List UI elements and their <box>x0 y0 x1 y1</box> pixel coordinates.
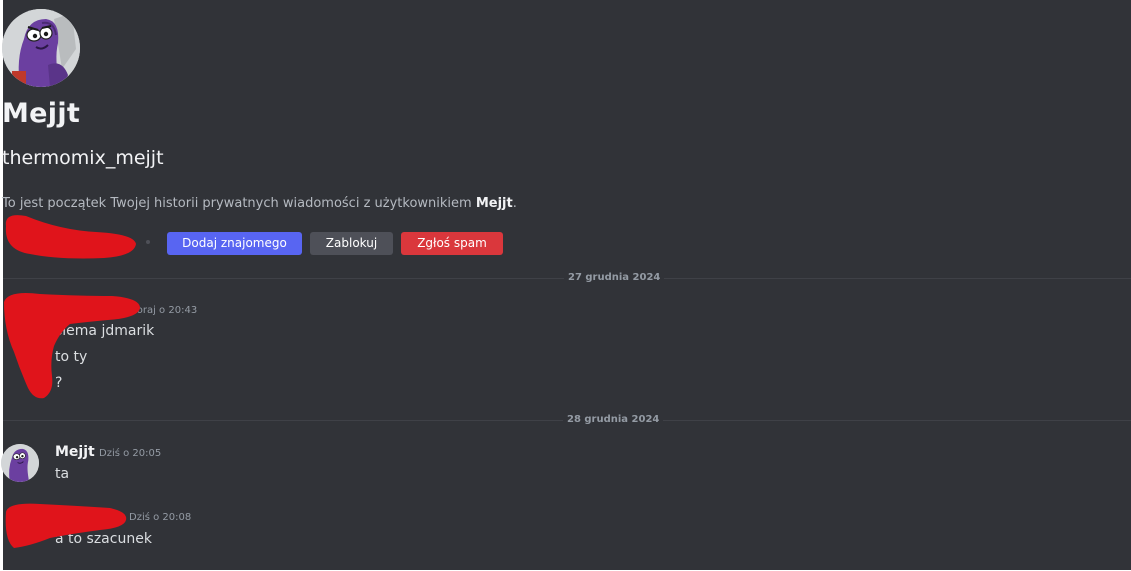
message-text: ta <box>55 466 70 482</box>
block-button[interactable]: Zablokuj <box>310 232 393 255</box>
window-edge <box>0 0 3 571</box>
dm-channel-view: Mejjt thermomix_mejjt To jest początek T… <box>0 0 1131 571</box>
intro-username: Mejjt <box>475 196 513 211</box>
message-timestamp: Dziś o 20:08 <box>129 512 192 523</box>
profile-display-name: Mejjt <box>2 98 81 129</box>
purple-creature-avatar-icon <box>2 9 80 87</box>
message-author[interactable]: Mejjt <box>55 444 95 460</box>
message-text: a to szacunek <box>55 531 152 547</box>
message-text: ? <box>55 375 63 391</box>
purple-creature-avatar-icon <box>1 444 39 482</box>
message-text: to ty <box>55 349 88 365</box>
message-avatar[interactable] <box>1 444 39 482</box>
profile-avatar[interactable] <box>2 9 80 87</box>
profile-username: thermomix_mejjt <box>2 147 164 169</box>
separator-dot <box>146 240 150 244</box>
message-text: siema jdmarik <box>55 323 155 339</box>
dm-intro-text: To jest początek Twojej historii prywatn… <box>2 196 517 211</box>
report-spam-button[interactable]: Zgłoś spam <box>401 232 503 255</box>
add-friend-button[interactable]: Dodaj znajomego <box>167 232 302 255</box>
intro-suffix: . <box>512 196 517 211</box>
message-timestamp: Dziś o 20:05 <box>99 448 162 459</box>
date-divider-label: 27 grudnia 2024 <box>564 272 665 283</box>
redaction-scribbles <box>4 215 140 548</box>
intro-prefix: To jest początek Twojej historii prywatn… <box>2 196 476 211</box>
date-divider-label: 28 grudnia 2024 <box>563 414 664 425</box>
message-timestamp: czoraj o 20:43 <box>126 305 198 316</box>
